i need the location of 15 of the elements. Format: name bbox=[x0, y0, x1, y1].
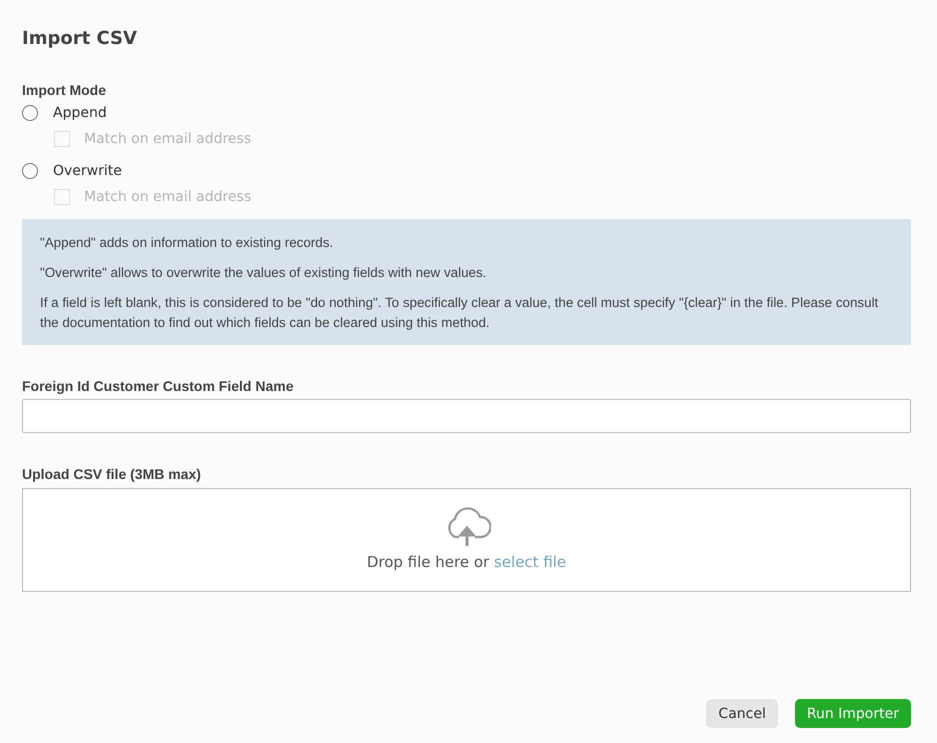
radio-button[interactable] bbox=[22, 105, 38, 121]
info-text: "Overwrite" allows to overwrite the values of existing fields with new values. bbox=[40, 264, 488, 282]
radio-label[interactable]: Append bbox=[53, 105, 107, 121]
import-mode-label: Import Mode bbox=[22, 82, 107, 99]
info-text: "Append" adds on information to existing records. bbox=[40, 234, 334, 252]
radio-label[interactable]: Overwrite bbox=[53, 163, 122, 179]
drop-prompt: Drop file here or bbox=[366, 553, 490, 571]
cancel-button[interactable]: Cancel bbox=[706, 699, 778, 728]
file-drop-zone[interactable]: Drop file here or select file bbox=[22, 488, 911, 592]
field-label: Upload CSV file (3MB max) bbox=[22, 466, 202, 483]
radio-button[interactable] bbox=[22, 163, 38, 179]
info-text: If a field is left blank, this is considered to be "do nothing". To specifically clear a value, the cell must specify "{clear}" in the file. Please consult the documentation to find out which fields can be cleared using this method. bbox=[40, 294, 880, 332]
input-field[interactable] bbox=[22, 399, 911, 433]
field-label: Foreign Id Customer Custom Field Name bbox=[22, 378, 294, 395]
dialog-title: Import CSV bbox=[22, 28, 138, 50]
